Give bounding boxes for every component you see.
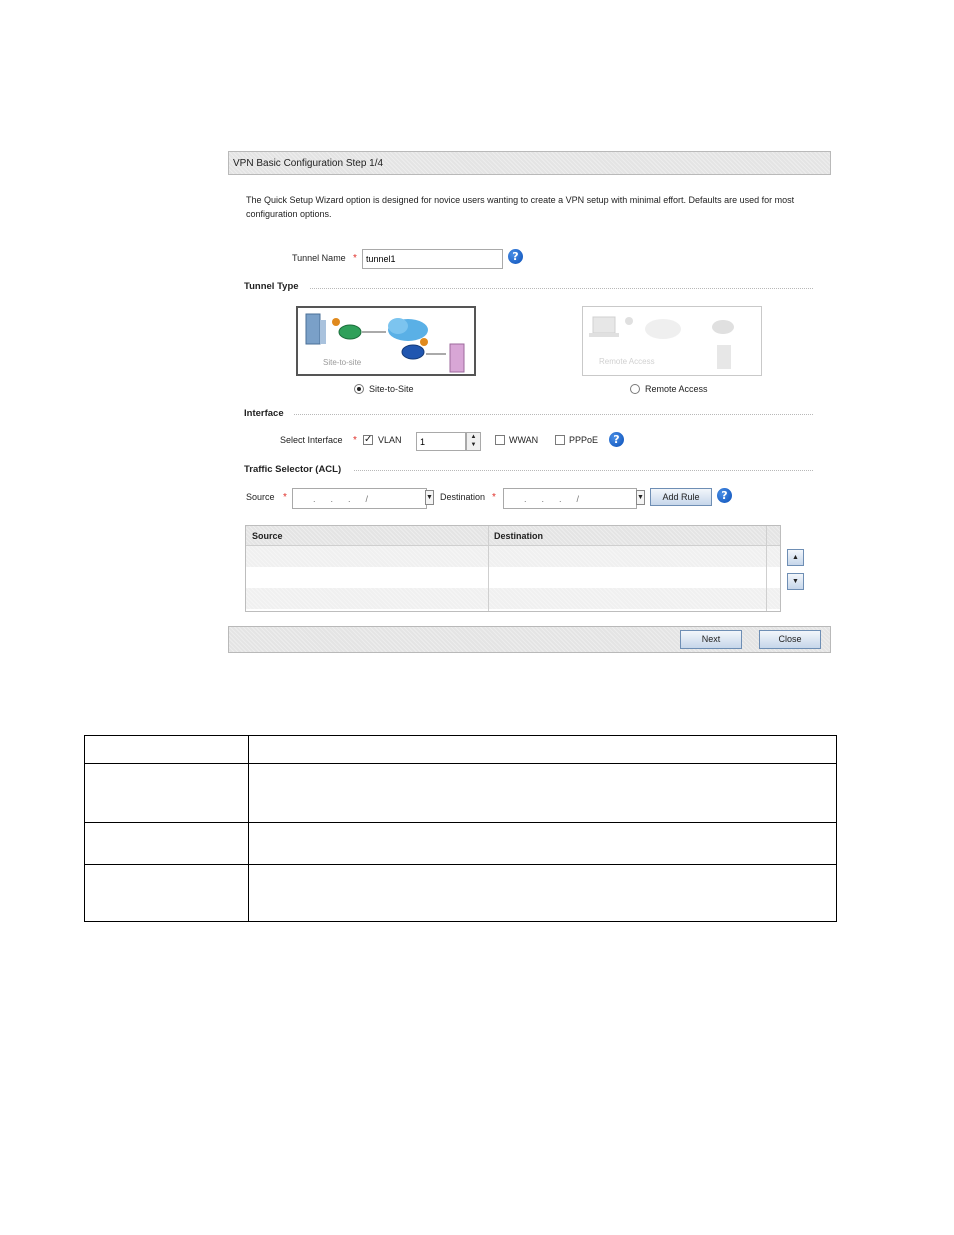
wizard-intro-text: The Quick Setup Wizard option is designe… <box>246 195 795 219</box>
site-to-site-tile[interactable]: Site-to-site <box>296 306 476 376</box>
site-to-site-radio[interactable] <box>354 384 364 394</box>
grid-header-destination: Destination <box>494 531 544 541</box>
table-row-divider <box>85 864 836 865</box>
help-icon[interactable]: ? <box>609 432 624 447</box>
source-ip-input[interactable] <box>292 488 427 509</box>
table-row[interactable] <box>246 567 780 588</box>
tunnel-name-label: Tunnel Name <box>292 253 346 263</box>
required-marker: * <box>353 253 357 264</box>
column-divider <box>488 526 489 611</box>
vlan-label: VLAN <box>378 435 402 445</box>
add-rule-button[interactable]: Add Rule <box>650 488 712 506</box>
select-interface-label: Select Interface <box>280 435 343 445</box>
remote-access-tile-caption: Remote Access <box>599 357 655 366</box>
remote-access-tile[interactable]: Remote Access <box>582 306 762 376</box>
table-row[interactable] <box>246 588 780 609</box>
wizard-footer: Next Close <box>228 626 831 653</box>
vpn-wizard-dialog: VPN Basic Configuration Step 1/4 The Qui… <box>228 151 831 653</box>
tunnel-name-input[interactable] <box>362 249 503 269</box>
vlan-input[interactable] <box>416 432 466 451</box>
description-table <box>84 735 837 922</box>
stepper-down-icon[interactable]: ▼ <box>467 441 480 449</box>
grid-header-row: Source Destination <box>246 526 780 546</box>
table-row-divider <box>85 822 836 823</box>
wizard-title: VPN Basic Configuration Step 1/4 <box>233 158 384 169</box>
help-icon[interactable]: ? <box>508 249 523 264</box>
grid-header-source: Source <box>252 531 283 541</box>
wwan-checkbox[interactable] <box>495 435 505 445</box>
table-row-divider <box>85 763 836 764</box>
destination-ip-input[interactable] <box>503 488 637 509</box>
rules-grid: Source Destination <box>245 525 781 612</box>
help-icon[interactable]: ? <box>717 488 732 503</box>
section-divider <box>354 470 813 471</box>
site-to-site-radio-label: Site-to-Site <box>369 384 414 394</box>
source-label: Source <box>246 492 275 502</box>
required-marker: * <box>353 435 357 446</box>
interface-title: Interface <box>244 408 284 419</box>
remote-access-radio[interactable] <box>630 384 640 394</box>
column-divider <box>766 526 767 611</box>
wwan-label: WWAN <box>509 435 539 445</box>
required-marker: * <box>283 492 287 503</box>
destination-dropdown-icon[interactable]: ▼ <box>636 490 645 505</box>
destination-label: Destination <box>440 492 486 502</box>
wizard-header: VPN Basic Configuration Step 1/4 <box>228 151 831 175</box>
vlan-checkbox[interactable]: ✓ <box>363 435 373 445</box>
move-down-button[interactable]: ▼ <box>787 573 804 590</box>
tunnel-type-title: Tunnel Type <box>244 281 299 292</box>
required-marker: * <box>492 492 496 503</box>
section-divider <box>310 288 813 289</box>
close-button[interactable]: Close <box>759 630 821 649</box>
table-row[interactable] <box>246 546 780 567</box>
pppoe-checkbox[interactable] <box>555 435 565 445</box>
pppoe-label: PPPoE <box>569 435 599 445</box>
next-button[interactable]: Next <box>680 630 742 649</box>
remote-access-radio-label: Remote Access <box>645 384 708 394</box>
move-up-button[interactable]: ▲ <box>787 549 804 566</box>
stepper-up-icon[interactable]: ▲ <box>467 433 480 441</box>
source-dropdown-icon[interactable]: ▼ <box>425 490 434 505</box>
section-divider <box>294 414 813 415</box>
site-to-site-tile-caption: Site-to-site <box>323 358 362 367</box>
traffic-selector-title: Traffic Selector (ACL) <box>244 464 342 475</box>
vlan-stepper[interactable]: ▲ ▼ <box>466 432 481 451</box>
